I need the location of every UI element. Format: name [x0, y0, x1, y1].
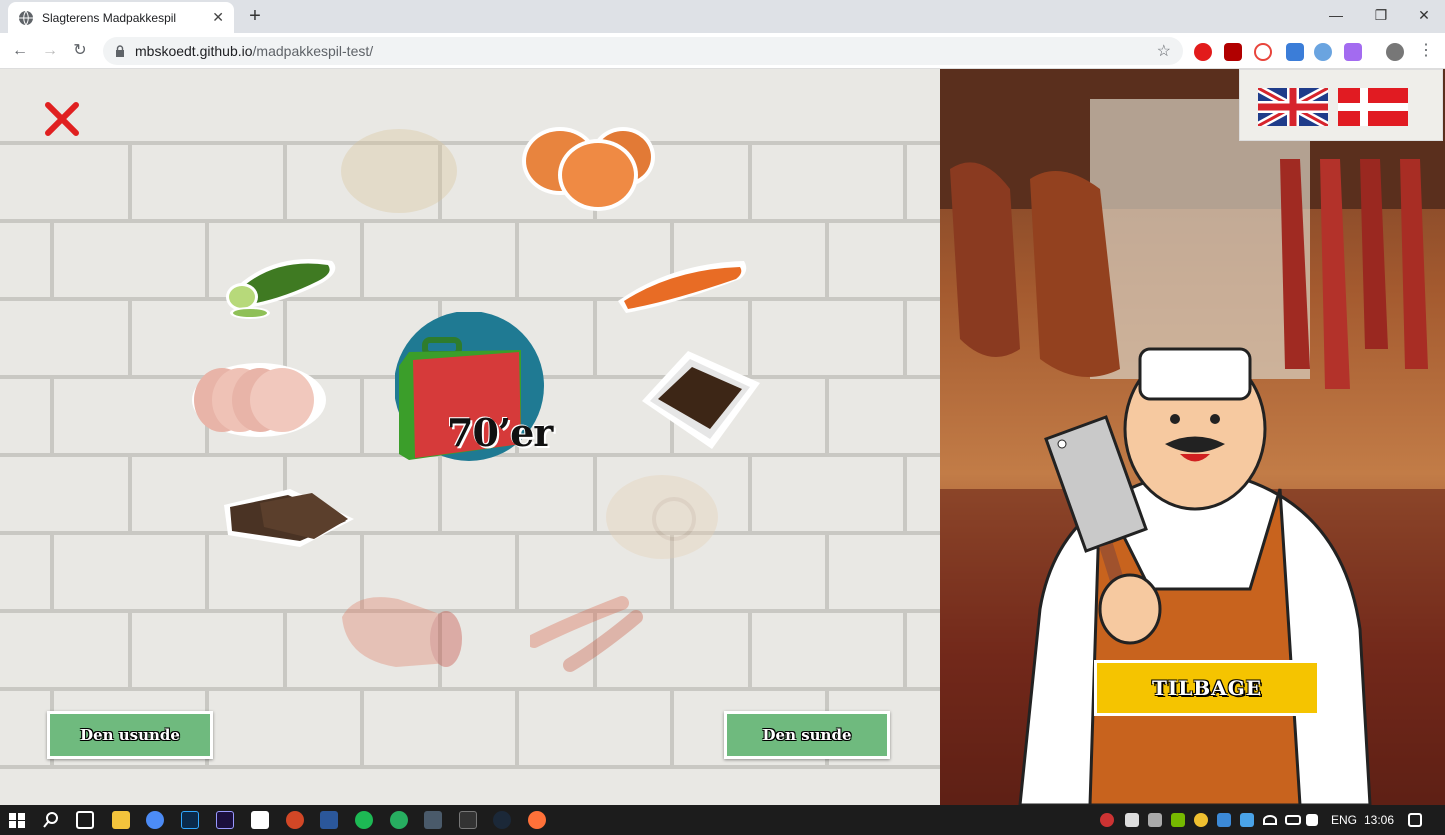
task-view-icon[interactable] — [76, 811, 94, 829]
salami-icon[interactable] — [336, 587, 466, 677]
spotify-icon[interactable] — [355, 811, 373, 829]
extension-icon[interactable] — [1254, 43, 1272, 61]
healthy-button[interactable]: Den sunde — [724, 711, 890, 759]
photoshop-icon[interactable] — [181, 811, 199, 829]
tab-title: Slagterens Madpakkespil — [42, 10, 177, 25]
firefox-icon[interactable] — [528, 811, 546, 829]
wifi-icon[interactable] — [1263, 815, 1277, 825]
carrot-icon[interactable] — [612, 255, 752, 319]
after-effects-icon[interactable] — [216, 811, 234, 829]
lunchbox-70s[interactable]: 70’er — [394, 311, 555, 467]
tray-icon-4[interactable] — [1194, 813, 1208, 827]
tray-icon-5[interactable] — [1240, 813, 1254, 827]
clock[interactable]: 13:06 — [1364, 813, 1394, 827]
bookmark-star-icon[interactable]: ☆ — [1157, 41, 1171, 61]
minimize-button[interactable]: — — [1313, 0, 1359, 30]
extension-icon-3[interactable] — [1344, 43, 1362, 61]
uk-flag-icon[interactable] — [1258, 88, 1328, 126]
close-tab-icon[interactable]: ✕ — [212, 9, 224, 26]
live-icon[interactable] — [459, 811, 477, 829]
back-arrow-icon[interactable]: ← — [8, 39, 32, 63]
eggs-icon[interactable] — [518, 123, 658, 213]
app-icon[interactable] — [390, 811, 408, 829]
menu-dots-icon[interactable]: ⋮ — [1414, 39, 1438, 63]
extension-icon-2[interactable] — [1314, 43, 1332, 61]
rullepolse-icon[interactable] — [604, 473, 720, 561]
pdf-icon[interactable] — [1224, 43, 1242, 61]
app-icon-2[interactable] — [424, 811, 442, 829]
close-game-icon[interactable] — [44, 101, 80, 137]
tray-icon-3[interactable] — [1148, 813, 1162, 827]
forward-arrow-icon[interactable]: → — [38, 39, 62, 63]
volume-icon[interactable] — [1306, 814, 1318, 826]
unhealthy-button[interactable]: Den usunde — [47, 711, 213, 759]
language-selector — [1239, 69, 1443, 141]
tray-icon-1[interactable] — [1100, 813, 1114, 827]
notepad-icon[interactable] — [251, 811, 269, 829]
cucumber-icon[interactable] — [212, 251, 344, 323]
close-window-button[interactable]: ✕ — [1401, 0, 1445, 30]
opera-icon[interactable] — [1194, 43, 1212, 61]
potato-icon[interactable] — [338, 125, 460, 217]
file-explorer-icon[interactable] — [112, 811, 130, 829]
address-bar[interactable]: mbskoedt.github.io /madpakkespil-test/ ☆ — [103, 37, 1183, 65]
lunchbox-era-label: 70’er — [447, 410, 553, 455]
reload-icon[interactable]: ↻ — [68, 39, 92, 63]
chrome-icon[interactable] — [146, 811, 164, 829]
windows-taskbar: ENG 13:06 — [0, 805, 1445, 835]
search-icon[interactable] — [42, 811, 60, 829]
powerpoint-icon[interactable] — [286, 811, 304, 829]
browser-tab[interactable]: Slagterens Madpakkespil ✕ — [8, 2, 234, 33]
sliced-ham-icon[interactable] — [190, 361, 328, 439]
butcher-shop-panel: TILBAGE — [940, 69, 1445, 805]
browser-toolbar: ← → ↻ mbskoedt.github.io /madpakkespil-t… — [0, 33, 1445, 69]
extension-badge-icon[interactable] — [1286, 43, 1304, 61]
windows-start-icon[interactable] — [8, 811, 26, 829]
notifications-icon[interactable] — [1408, 813, 1422, 827]
rye-bread-icon[interactable] — [220, 483, 358, 551]
sausages-icon[interactable] — [530, 589, 646, 675]
new-tab-button[interactable]: + — [244, 4, 266, 28]
word-icon[interactable] — [320, 811, 338, 829]
danish-flag-icon[interactable] — [1338, 88, 1408, 126]
battery-icon[interactable] — [1285, 815, 1301, 825]
language-indicator[interactable]: ENG — [1331, 813, 1357, 827]
liver-pate-icon[interactable] — [638, 343, 764, 455]
back-button[interactable]: TILBAGE — [1094, 660, 1320, 716]
url-path: /madpakkespil-test/ — [252, 43, 374, 59]
tray-icon-2[interactable] — [1125, 813, 1139, 827]
url-host: mbskoedt.github.io — [135, 43, 253, 59]
lock-icon — [116, 45, 124, 57]
restore-button[interactable]: ❐ — [1358, 0, 1404, 30]
steam-tray-icon[interactable] — [1217, 813, 1231, 827]
game-area: 70’er Den usunde Den sunde — [0, 69, 940, 805]
profile-avatar[interactable] — [1386, 43, 1404, 61]
globe-icon — [19, 10, 33, 25]
steam-icon[interactable] — [493, 811, 511, 829]
nvidia-icon[interactable] — [1171, 813, 1185, 827]
browser-tab-bar: Slagterens Madpakkespil ✕ + — ❐ ✕ — [0, 0, 1445, 33]
